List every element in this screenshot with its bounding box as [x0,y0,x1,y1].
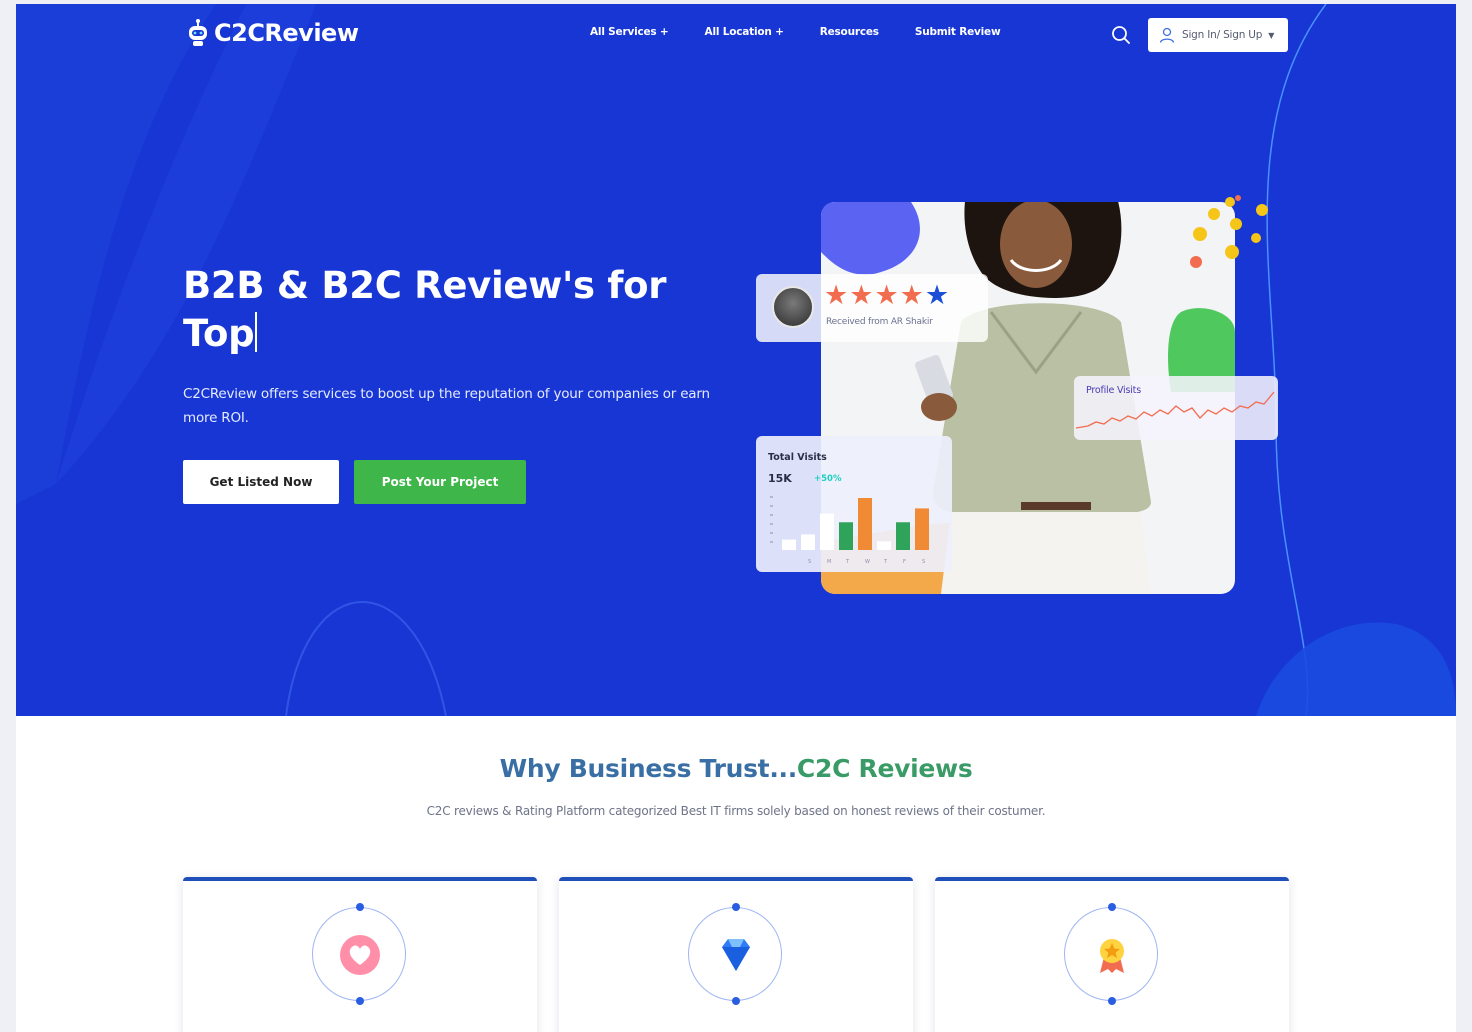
star-icon: ★ [899,280,925,311]
section-subtitle: C2C reviews & Rating Platform categorize… [426,804,1046,818]
hero-title: B2B & B2C Review's for Top [183,262,743,358]
section-title-part2: C2C Reviews [796,754,973,783]
nav-item-resources[interactable]: Resources [820,26,879,38]
get-listed-button[interactable]: Get Listed Now [183,460,339,504]
y-axis-tick [770,505,773,507]
heart-icon [338,933,382,977]
total-visits-change: +50% [814,474,842,484]
feature-icon-orbit [688,903,782,1005]
y-axis-tick [770,532,773,534]
decorative-shapes [1190,195,1268,268]
y-axis-tick [770,523,773,525]
chart-bar [877,541,891,550]
chart-bar [839,522,853,550]
star-icon: ★ [824,280,850,311]
rating-card: ★★★★★ Received from AR Shakir [756,274,988,342]
chart-bar [858,498,872,550]
profile-visits-card: Profile Visits [1074,376,1278,440]
chart-bar [801,534,815,550]
nav-item-submit-review[interactable]: Submit Review [915,26,1001,38]
sign-in-label: Sign In/ Sign Up [1182,29,1263,41]
brand-logo[interactable]: C2CReview [186,18,359,48]
section-title: Why Business Trust...C2C Reviews [16,754,1456,783]
hero-illustration: ★★★★★ Received from AR Shakir Profile Vi… [756,154,1278,604]
y-axis-tick [770,541,773,543]
feature-card-3 [935,877,1289,1032]
chart-x-label: S [922,559,925,565]
y-axis-tick [770,496,773,498]
chart-x-label: F [903,559,906,565]
feature-icon-orbit [1064,903,1158,1005]
diamond-icon [714,933,758,977]
rating-source: Received from AR Shakir [826,317,933,327]
star-rating: ★★★★★ [824,280,950,311]
chart-x-label: T [883,559,888,565]
top-navigation: C2CReview All Services + All Location + … [16,4,1456,68]
total-visits-title: Total Visits [768,452,827,463]
orbit-dot [1108,903,1116,911]
star-icon: ★ [849,280,875,311]
section-title-part1: Why Business Trust... [499,754,798,783]
chart-x-label: M [827,559,831,565]
feature-card-1 [183,877,537,1032]
award-icon [1090,933,1134,977]
chart-bar [820,513,834,550]
orbit-dot [356,997,364,1005]
chart-x-label: T [845,559,850,565]
page: C2CReview All Services + All Location + … [16,4,1456,1032]
orbit-dot [732,903,740,911]
chart-bar [782,539,796,550]
orbit-dot [732,997,740,1005]
hero-description: C2CReview offers services to boost up th… [183,386,710,426]
hero-section: C2CReview All Services + All Location + … [16,4,1456,716]
profile-visits-line [1075,391,1275,429]
typing-cursor [255,312,258,352]
search-button[interactable] [1110,24,1132,46]
feature-icon-orbit [312,903,406,1005]
chart-bar [915,508,929,550]
star-icon: ★ [924,280,951,311]
sign-in-button[interactable]: Sign In/ Sign Up ▼ [1148,18,1288,52]
robot-logo-icon [189,19,207,46]
chart-x-label: W [865,559,870,565]
total-visits-chart: SMTWTFS [770,496,929,565]
logo-text: C2CReview [214,19,359,47]
reviewer-avatar [772,286,814,328]
feature-card-2 [559,877,913,1032]
star-icon: ★ [874,280,900,311]
chart-bar [896,522,910,550]
nav-menu: All Services + All Location + Resources … [590,26,1036,38]
total-visits-card: Total Visits 15K +50% S M T W T F S [756,436,952,572]
nav-item-all-location[interactable]: All Location + [705,26,784,38]
user-icon [1159,27,1175,43]
orbit-dot [356,903,364,911]
search-icon [1112,26,1130,44]
post-project-button[interactable]: Post Your Project [354,460,526,504]
chart-x-label: S [808,559,811,565]
nav-item-all-services[interactable]: All Services + [590,26,669,38]
y-axis-tick [770,514,773,516]
total-visits-value: 15K [768,472,792,485]
orbit-dot [1108,997,1116,1005]
chevron-down-icon: ▼ [1268,30,1275,40]
